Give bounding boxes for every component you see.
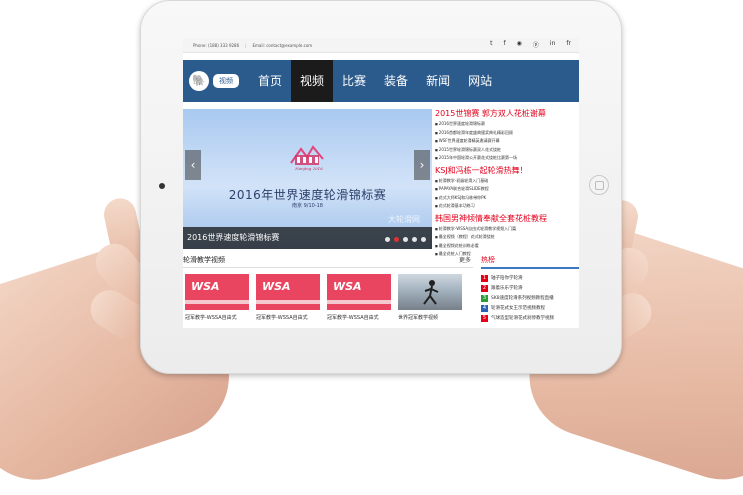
rank-badge: 5 [481,314,488,322]
video-title[interactable]: 世界冠军教学视频 [398,314,462,321]
news-item[interactable]: 花式轮滑基本功练习 [435,202,579,211]
rank-badge: 1 [481,274,488,282]
carousel-dots [385,237,426,242]
nav-item-gear[interactable]: 装备 [375,60,417,102]
banner-subtitle: 南京 9/10-18 [292,203,323,209]
skater-photo-icon [423,280,439,305]
video-thumbnail[interactable]: WSA [185,274,249,310]
news-item[interactable]: PAPAYA联合轮滑SLIDE教程 [435,185,579,194]
news-headline[interactable]: KSJ和冯栋一起轮滑热舞！ [435,165,579,177]
twitter-icon[interactable]: t [490,40,492,49]
fr-icon[interactable]: fr [566,40,571,49]
nav-item-home[interactable]: 首页 [249,60,291,102]
news-list: 轮滑教学-WSSA自由式轮滑教学视频入门篇 最全视频（教程）花式轮滑绕桩 最全视… [435,225,579,259]
hot-item[interactable]: 5 气球造型轮滑花式刹停教学视频 [481,313,579,323]
hot-list-title: 热榜 [481,255,579,269]
pinterest-icon[interactable]: ⓟ [533,40,539,49]
linkedin-icon[interactable]: in [550,40,555,49]
main-nav: 🐘 视频 首页 视频 比赛 装备 新闻 网站 [183,60,579,102]
watermark-text: 大轮滑网 [388,215,420,224]
rss-icon[interactable]: ◉ [517,40,522,49]
more-link[interactable]: 更多 [459,255,471,264]
hot-list: 1 轴子陪你学轮滑 2 跟着乐乐学轮滑 3 SK8速度轮滑系列视频教程直播 4 轮滑花式… [481,273,579,323]
news-list: 轮滑教学-初级轮滑入门基础 PAPAYA联合轮滑SLIDE教程 花式大师KSJ和… [435,177,579,211]
video-title[interactable]: 冠军教学-WSSA自由式 [256,314,320,321]
news-column: 2015世锦赛 郭方双人花桩谢幕 2016世界速度轮滑锦标赛 2016首都轮滑年… [435,108,579,261]
video-title[interactable]: 冠军教学-WSSA自由式 [327,314,391,321]
hot-item-text[interactable]: 气球造型轮滑花式刹停教学视频 [491,315,554,321]
teaching-videos-section: 轮滑教学视频 更多 WSA 冠军教学-WSSA自由式 WSA 冠军教学-WSSA… [183,255,473,321]
divider: | [245,42,247,48]
hot-list-section: 热榜 1 轴子陪你学轮滑 2 跟着乐乐学轮滑 3 SK8速度轮滑系列视频教程直播 4轮… [481,255,579,323]
video-card[interactable]: WSA 冠军教学-WSSA自由式 [256,274,320,321]
hot-item-text[interactable]: 轴子陪你学轮滑 [491,275,523,281]
carousel-prev-button[interactable]: ‹ [185,150,201,180]
banner-caption-text: 2016世界速度轮滑锦标赛 [187,233,280,242]
facebook-icon[interactable]: f [504,40,506,49]
news-item[interactable]: WSF世界速度轮滑精英邀请赛开幕 [435,137,579,146]
rank-badge: 2 [481,284,488,292]
news-item[interactable]: 最全视频（教程）花式轮滑绕桩 [435,233,579,242]
hot-item[interactable]: 3 SK8速度轮滑系列视频教程直播 [481,293,579,303]
wsa-logo-icon: WSA [333,280,362,293]
news-list: 2016世界速度轮滑锦标赛 2016首都轮滑年度盛典颁奖典礼精彩回顾 WSF世界… [435,120,579,163]
news-item[interactable]: 轮滑教学-初级轮滑入门基础 [435,177,579,186]
hot-item-text[interactable]: 跟着乐乐学轮滑 [491,285,523,291]
wsa-logo-icon: WSA [191,280,220,293]
hot-item[interactable]: 2 跟着乐乐学轮滑 [481,283,579,293]
banner-carousel[interactable]: Nanjing 2016 2016年世界速度轮滑锦标赛 南京 9/10-18 ‹… [183,109,432,249]
nav-item-sites[interactable]: 网站 [459,60,501,102]
video-card[interactable]: WSA 冠军教学-WSSA自由式 [185,274,249,321]
camera-icon [159,183,165,189]
hot-item-text[interactable]: SK8速度轮滑系列视频教程直播 [491,295,554,301]
video-card[interactable]: WSA 冠军教学-WSSA自由式 [327,274,391,321]
wsa-logo-icon: WSA [262,280,291,293]
carousel-dot[interactable] [403,237,408,242]
news-item[interactable]: 2015世界轮滑锦标赛双人花式绕桩 [435,146,579,155]
news-item[interactable]: 2016首都轮滑年度盛典颁奖典礼精彩回顾 [435,129,579,138]
news-item[interactable]: 花式大师KSJ和冯栋带你PK [435,194,579,203]
home-button[interactable] [589,175,609,195]
nav-item-video[interactable]: 视频 [291,60,334,102]
elephant-logo-icon[interactable]: 🐘 [189,71,209,91]
banner-title: 2016年世界速度轮滑锦标赛 [228,188,387,202]
video-thumbnail[interactable]: WSA [256,274,320,310]
hot-item-text[interactable]: 轮滑花式女王示范视频教程 [491,305,545,311]
email-text: Email: contact@example.com [252,42,313,48]
news-item[interactable]: 轮滑教学-WSSA自由式轮滑教学视频入门篇 [435,225,579,234]
championship-logo-icon: Nanjing 2016 [290,145,324,171]
news-item[interactable]: 最全视频花桩训练必看 [435,242,579,251]
video-thumbnail[interactable]: WSA [327,274,391,310]
carousel-dot[interactable] [385,237,390,242]
rank-badge: 4 [481,304,488,312]
tablet-frame: Phone: (188) 333 9286 | Email: contact@e… [140,0,622,374]
rank-badge: 3 [481,294,488,302]
video-title[interactable]: 冠军教学-WSSA自由式 [185,314,249,321]
news-item[interactable]: 2015年中国轮滑公开赛花式绕桩比赛第一场 [435,154,579,163]
video-thumbnail[interactable] [398,274,462,310]
video-thumbnails: WSA 冠军教学-WSSA自由式 WSA 冠军教学-WSSA自由式 WSA 冠军… [183,274,473,321]
tablet-screen: Phone: (188) 333 9286 | Email: contact@e… [183,38,579,328]
hot-item[interactable]: 4 轮滑花式女王示范视频教程 [481,303,579,313]
social-links: t f ◉ ⓟ in fr [490,40,571,49]
news-headline[interactable]: 韩国男神倾情奉献全套花桩教程 [435,213,579,225]
news-headline[interactable]: 2015世锦赛 郭方双人花桩谢幕 [435,108,579,120]
phone-text: Phone: (188) 333 9286 [193,42,240,48]
carousel-dot[interactable] [412,237,417,242]
logo-label[interactable]: 视频 [213,74,239,88]
news-item[interactable]: 2016世界速度轮滑锦标赛 [435,120,579,129]
section-header: 轮滑教学视频 更多 [183,255,473,268]
hot-item[interactable]: 1 轴子陪你学轮滑 [481,273,579,283]
carousel-dot-active[interactable] [394,237,399,242]
video-card[interactable]: 世界冠军教学视频 [398,274,462,321]
nav-item-news[interactable]: 新闻 [417,60,459,102]
carousel-next-button[interactable]: › [414,150,430,180]
carousel-dot[interactable] [421,237,426,242]
contact-bar: Phone: (188) 333 9286 | Email: contact@e… [183,38,579,53]
svg-text:Nanjing 2016: Nanjing 2016 [294,166,323,171]
section-title: 轮滑教学视频 [183,256,225,264]
nav-item-match[interactable]: 比赛 [333,60,375,102]
